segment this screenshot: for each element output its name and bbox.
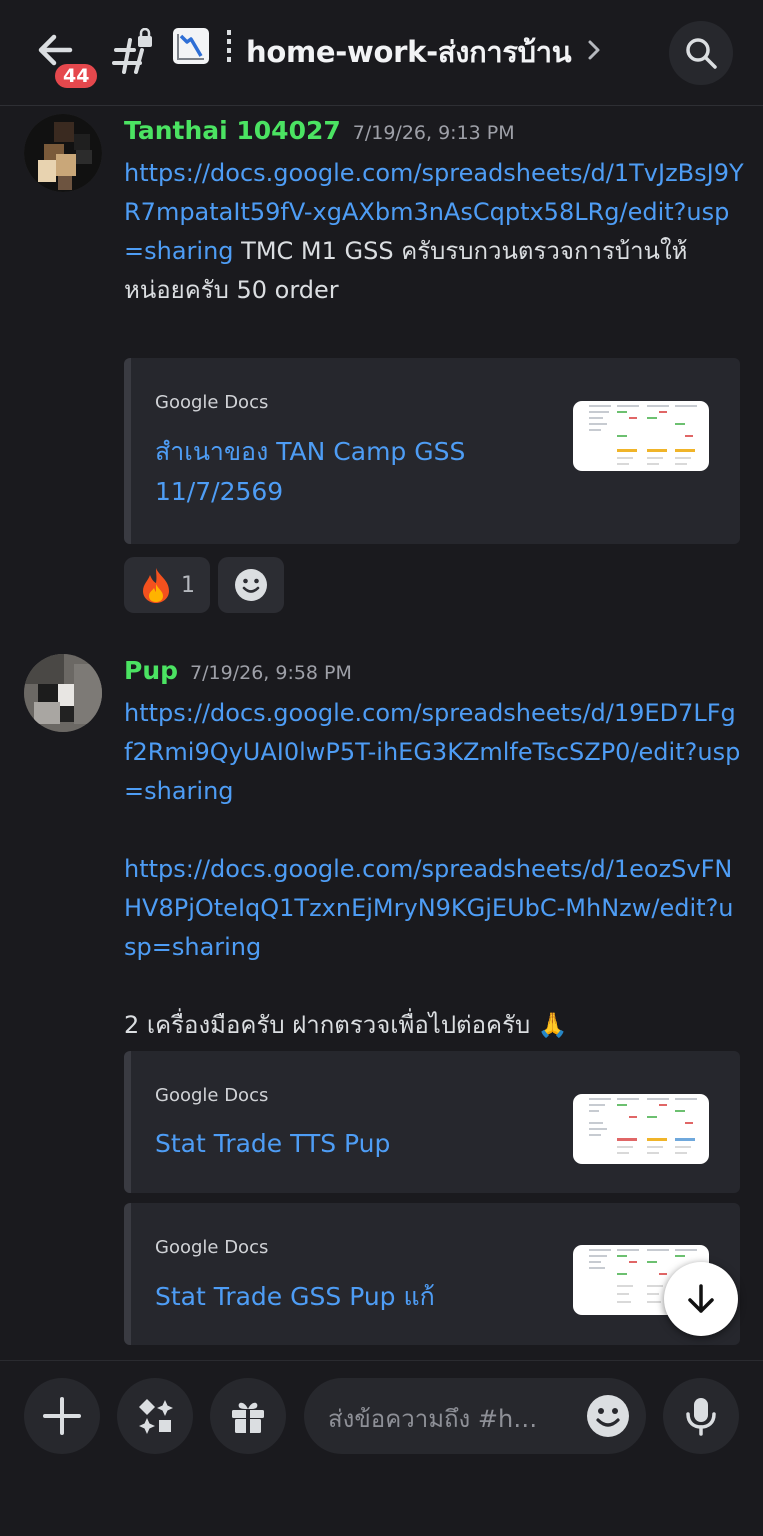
channel-header: 44 home-work-ส่งการบ้าน: [0, 0, 763, 106]
author-name[interactable]: Tanthai 104027: [124, 116, 341, 145]
author-line: Pup 7/19/26, 9:58 PM: [124, 656, 352, 692]
message-content: https://docs.google.com/spreadsheets/d/1…: [124, 154, 744, 310]
add-reaction-button[interactable]: [218, 557, 284, 613]
channel-name[interactable]: home-work-ส่งการบ้าน: [246, 29, 572, 75]
embed-provider: Google Docs: [155, 1237, 269, 1258]
chevron-right-icon[interactable]: [584, 36, 604, 64]
author-name[interactable]: Pup: [124, 656, 178, 685]
author-line: Tanthai 104027 7/19/26, 9:13 PM: [124, 116, 515, 152]
microphone-icon: [686, 1398, 716, 1436]
voice-message-button[interactable]: [663, 1378, 739, 1454]
fire-icon: [143, 568, 169, 603]
chart-decreasing-icon: [173, 28, 209, 64]
message-text: 2 เครื่องมือครับ ฝากตรวจเพื่อไปต่อครับ 🙏: [124, 1011, 568, 1039]
smiley-icon: [235, 569, 267, 601]
unread-badge: 44: [52, 61, 101, 91]
embed-thumbnail[interactable]: [573, 1094, 709, 1164]
link-embed[interactable]: Google Docs สำเนาของ TAN Camp GSS 11/7/2…: [124, 358, 740, 544]
link-embed[interactable]: Google Docs Stat Trade GSS Pup แก้: [124, 1203, 740, 1345]
timestamp: 7/19/26, 9:58 PM: [190, 662, 352, 684]
message-input-placeholder: ส่งข้อความถึง #home-work-ส่งการบ้าน: [328, 1405, 548, 1433]
apps-button[interactable]: [117, 1378, 193, 1454]
arrow-down-icon: [688, 1284, 714, 1313]
embed-title[interactable]: สำเนาของ TAN Camp GSS 11/7/2569: [155, 432, 535, 512]
message-content: https://docs.google.com/spreadsheets/d/1…: [124, 694, 744, 1045]
message-link-2[interactable]: https://docs.google.com/spreadsheets/d/1…: [124, 850, 744, 967]
channel-hash-lock-icon: [110, 27, 158, 76]
link-embed[interactable]: Google Docs Stat Trade TTS Pup: [124, 1051, 740, 1193]
attach-button[interactable]: [24, 1378, 100, 1454]
timestamp: 7/19/26, 9:13 PM: [352, 122, 515, 144]
avatar[interactable]: [24, 654, 102, 732]
embed-provider: Google Docs: [155, 392, 269, 413]
search-button[interactable]: [669, 21, 733, 85]
embed-thumbnail[interactable]: [573, 401, 709, 471]
jump-to-latest-button[interactable]: [664, 1262, 738, 1336]
apps-icon: [139, 1399, 173, 1434]
separator-icon: [226, 30, 232, 64]
search-icon: [686, 38, 717, 69]
message-input[interactable]: ส่งข้อความถึง #home-work-ส่งการบ้าน: [304, 1378, 646, 1454]
gift-icon: [232, 1402, 264, 1433]
embed-title[interactable]: Stat Trade TTS Pup: [155, 1124, 535, 1164]
smiley-icon: [587, 1395, 629, 1437]
embed-provider: Google Docs: [155, 1085, 269, 1106]
gift-button[interactable]: [210, 1378, 286, 1454]
plus-icon: [43, 1397, 81, 1435]
message-link-1[interactable]: https://docs.google.com/spreadsheets/d/1…: [124, 694, 744, 811]
embed-title[interactable]: Stat Trade GSS Pup แก้: [155, 1277, 535, 1317]
reaction-fire[interactable]: 1: [124, 557, 210, 613]
emoji-picker-button[interactable]: [586, 1394, 630, 1438]
avatar[interactable]: [24, 114, 102, 192]
reaction-count: 1: [181, 572, 195, 598]
